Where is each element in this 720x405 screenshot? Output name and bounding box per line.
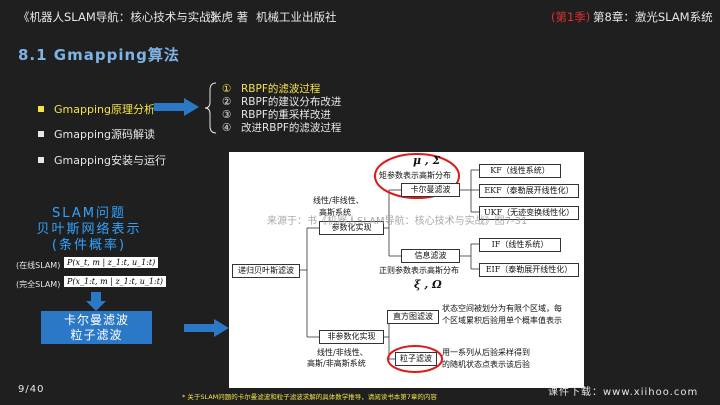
moment-symbol: μ , Σ (413, 154, 441, 167)
kalman-node: 卡尔曼滤波 (401, 183, 460, 197)
right-arrow-icon (154, 98, 199, 116)
ekf-leaf: EKF（泰勒展开线性化） (479, 184, 579, 198)
recursive-bayes-node: 递归贝叶斯滤波 (232, 264, 300, 278)
online-slam-label: (在线SLAM) (16, 261, 61, 270)
brace-icon (204, 82, 217, 134)
particle-desc-2: 的随机状态点表示该后验 (442, 360, 530, 369)
right-arrow-icon (184, 319, 229, 337)
book-title: 《机器人SLAM导航：核心技术与实战》 (18, 10, 223, 24)
bullet-square-icon (38, 106, 44, 112)
down-arrow-icon (86, 292, 106, 311)
bullet-gmapping-install[interactable]: Gmapping安装与运行 (38, 152, 166, 168)
chapter-label: 第8章：激光SLAM系统 (593, 10, 713, 24)
full-slam-label: (完全SLAM) (16, 280, 61, 289)
author: 张虎 著 (210, 10, 249, 24)
histogram-node: 直方图滤波 (387, 310, 439, 324)
bullet-square-icon (38, 131, 44, 137)
eif-leaf: EIF（泰勒展开线性化） (479, 263, 579, 277)
full-slam-equation: P(x_1:t, m | z_1:t, u_1:t) (64, 276, 167, 287)
nonparametric-desc-2: 高斯/非高斯系统 (307, 359, 366, 368)
nonparametric-node: 非参数化实现 (319, 330, 384, 344)
publisher: 机械工业出版社 (256, 10, 337, 24)
info-filter-node: 信息滤波 (401, 249, 460, 263)
nonparametric-desc-1: 线性/非线性、 (317, 348, 368, 357)
download-link[interactable]: 课件下载：www.xiihoo.com (548, 383, 698, 398)
page-number: 9/40 (18, 384, 45, 395)
histogram-desc-1: 状态空间被划分为有限个区域，每 (442, 304, 562, 313)
filter-taxonomy-diagram: 递归贝叶斯滤波 线性/非线性、 高斯系统 参数化实现 非参数化实现 线性/非线性… (229, 152, 584, 388)
season-label: (第1季) (551, 10, 591, 24)
subitem-improved-rbpf[interactable]: ④ 改进RBPF的滤波过程 (222, 120, 341, 135)
bullet-gmapping-principle[interactable]: Gmapping原理分析 (38, 101, 155, 117)
bullet-square-icon (38, 157, 44, 163)
parametric-desc-1: 线性/非线性、 (313, 196, 364, 205)
bullet-gmapping-source[interactable]: Gmapping源码解读 (38, 126, 155, 142)
source-watermark: 来源于：书《机器人SLAM导航：核心技术与实战》图7-31 (267, 216, 528, 227)
slide-title: 8.1 Gmapping算法 (18, 46, 180, 64)
if-leaf: IF（线性系统） (479, 238, 561, 252)
slam-bayes-heading: SLAM问题 贝叶斯网络表示 (条件概率) (36, 206, 142, 253)
particle-desc-1: 用一系列从后验采样得到 (442, 348, 530, 357)
canonical-desc: 正则参数表示高斯分布 (379, 266, 459, 275)
canonical-symbol: ξ , Ω (414, 278, 442, 291)
kf-leaf: KF（线性系统） (479, 164, 561, 178)
online-slam-equation: P(x_t, m | z_1:t, u_1:t) (64, 257, 159, 268)
moment-desc: 矩参数表示高斯分布 (379, 171, 451, 180)
particle-node: 粒子滤波 (395, 352, 437, 366)
footnote: * 关于SLAM问题的卡尔曼滤波和粒子滤波求解的具体数学推导，请阅读书本第7章的… (182, 393, 437, 401)
histogram-desc-2: 个区域累积后验用单个概率值表示 (442, 316, 562, 325)
kalman-particle-box: 卡尔曼滤波 粒子滤波 (41, 311, 152, 344)
